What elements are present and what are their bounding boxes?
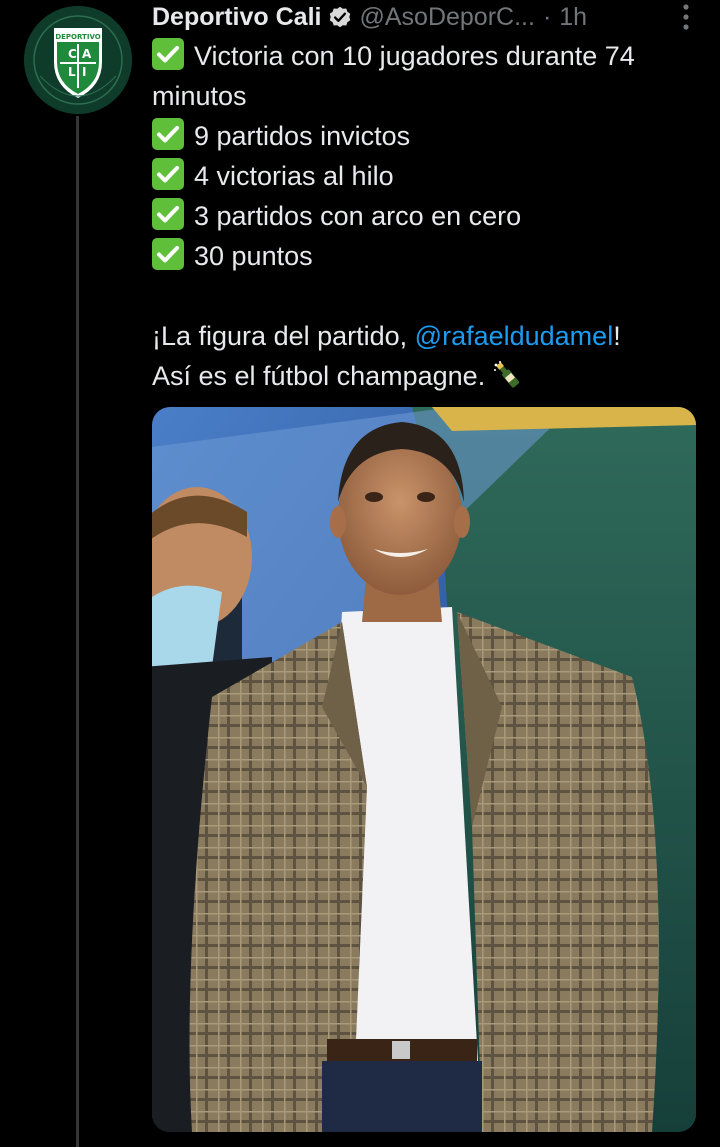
tweet-media-photo[interactable] (152, 407, 696, 1132)
svg-text:C: C (68, 47, 77, 61)
champagne-bottle-icon (491, 359, 523, 391)
stat-line: 9 partidos invictos (152, 116, 700, 156)
svg-text:DEPORTIVO: DEPORTIVO (55, 33, 100, 41)
closing-line: Así es el fútbol champagne. (152, 356, 700, 396)
stat-text: 4 victorias al hilo (194, 161, 394, 191)
user-handle[interactable]: @AsoDeporC... (359, 3, 534, 32)
mention-link[interactable]: @rafaeldudamel (415, 321, 614, 351)
figura-suffix: ! (613, 321, 621, 351)
svg-text:A: A (82, 47, 92, 61)
svg-text:I: I (82, 65, 86, 79)
deportivo-cali-crest-icon: DEPORTIVO C A L I (24, 6, 132, 114)
separator-dot: · (542, 2, 552, 31)
check-mark-icon (152, 158, 184, 190)
stat-text: 3 partidos con arco en cero (194, 201, 522, 231)
stat-line: 30 puntos (152, 236, 700, 276)
verified-badge-icon (327, 4, 353, 30)
avatar[interactable]: DEPORTIVO C A L I (24, 6, 132, 114)
figura-text: ¡La figura del partido, (152, 321, 415, 351)
thread-line (76, 116, 79, 1147)
figura-line: ¡La figura del partido, @rafaeldudamel! (152, 316, 700, 356)
check-mark-icon (152, 198, 184, 230)
timestamp[interactable]: 1h (559, 3, 587, 32)
svg-text:L: L (68, 65, 76, 79)
stat-line-continuation: minutos (152, 81, 247, 111)
check-mark-icon (152, 118, 184, 150)
more-options-icon[interactable] (672, 2, 700, 32)
photo-coach-plaid-blazer (152, 407, 696, 1132)
stat-line: 3 partidos con arco en cero (152, 196, 700, 236)
display-name[interactable]: Deportivo Cali (152, 3, 321, 32)
stat-text: 9 partidos invictos (194, 121, 411, 151)
closing-text: Así es el fútbol champagne. (152, 361, 486, 391)
stat-text: 30 puntos (194, 241, 313, 271)
stat-text: Victoria con 10 jugadores durante 74 (194, 41, 635, 71)
check-mark-icon (152, 238, 184, 270)
check-mark-icon (152, 38, 184, 70)
tweet-header: Deportivo Cali @AsoDeporC... · 1h (152, 0, 700, 34)
stat-line: 4 victorias al hilo (152, 156, 700, 196)
stat-line: Victoria con 10 jugadores durante 74 (152, 36, 700, 76)
tweet-text: Victoria con 10 jugadores durante 74 min… (152, 36, 700, 396)
